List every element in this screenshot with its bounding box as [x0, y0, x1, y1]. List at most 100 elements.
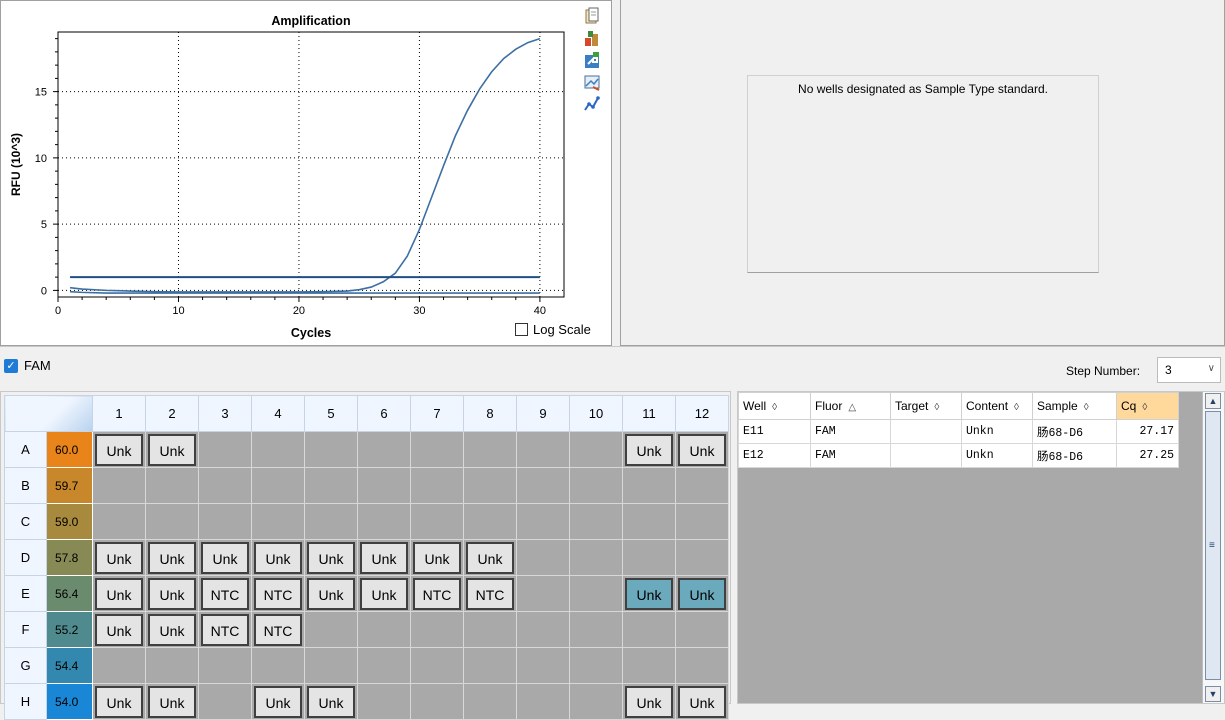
plate-well[interactable] [145, 503, 199, 540]
plate-well[interactable] [569, 467, 623, 504]
plate-well[interactable]: Unk [622, 575, 676, 612]
plate-well[interactable] [516, 683, 570, 720]
column-header-sample[interactable]: Sample ◊ [1032, 392, 1117, 420]
table-row[interactable]: E11 FAM Unkn 肠68-D6 27.17 [738, 419, 1179, 444]
plate-well[interactable] [410, 683, 464, 720]
plate-column-header[interactable]: 1 [92, 395, 146, 432]
scroll-up-icon[interactable]: ▲ [1205, 393, 1221, 409]
results-scrollbar[interactable]: ▲ ≡ ▼ [1202, 392, 1224, 703]
plate-well[interactable] [410, 467, 464, 504]
well-content-label[interactable]: Unk [307, 685, 355, 718]
plate-well[interactable]: Unk [622, 683, 676, 720]
well-content-label[interactable]: Unk [360, 577, 408, 610]
plate-well[interactable] [675, 647, 729, 684]
plate-well[interactable]: NTC [198, 611, 252, 648]
plate-column-header[interactable]: 11 [622, 395, 676, 432]
well-content-label[interactable]: Unk [307, 577, 355, 610]
well-content-label[interactable]: Unk [148, 613, 196, 646]
well-content-label[interactable]: NTC [466, 577, 514, 610]
plate-well[interactable] [251, 503, 305, 540]
plate-column-header[interactable]: 10 [569, 395, 623, 432]
plate-well[interactable]: Unk [92, 683, 146, 720]
well-content-label[interactable]: Unk [254, 541, 302, 574]
plate-row-header[interactable]: C [4, 503, 47, 540]
plate-row-header[interactable]: G [4, 647, 47, 684]
plate-well[interactable]: Unk [145, 539, 199, 576]
well-content-label[interactable]: Unk [95, 685, 143, 718]
well-content-label[interactable]: Unk [148, 577, 196, 610]
copy-icon[interactable] [583, 7, 601, 25]
plate-well[interactable] [516, 503, 570, 540]
log-scale-toggle[interactable]: Log Scale [515, 322, 591, 337]
plate-well[interactable]: NTC [463, 575, 517, 612]
plate-column-header[interactable]: 7 [410, 395, 464, 432]
plate-corner[interactable] [4, 395, 93, 432]
plate-well[interactable] [622, 647, 676, 684]
plate-well[interactable] [198, 683, 252, 720]
plate-well[interactable] [569, 503, 623, 540]
plate-well[interactable]: Unk [463, 539, 517, 576]
plate-well[interactable] [516, 647, 570, 684]
plate-well[interactable] [410, 431, 464, 468]
plate-well[interactable] [569, 611, 623, 648]
plate-well[interactable]: Unk [145, 431, 199, 468]
plate-well[interactable] [357, 467, 411, 504]
scroll-down-icon[interactable]: ▼ [1205, 686, 1221, 702]
plate-well[interactable] [198, 431, 252, 468]
plate-well[interactable]: NTC [410, 575, 464, 612]
column-header-well[interactable]: Well ◊ [738, 392, 811, 420]
plate-column-header[interactable]: 2 [145, 395, 199, 432]
plate-well[interactable] [516, 611, 570, 648]
well-content-label[interactable]: Unk [95, 613, 143, 646]
plate-well[interactable] [198, 503, 252, 540]
analysis-icon[interactable] [583, 95, 601, 113]
plate-well[interactable]: Unk [675, 431, 729, 468]
plate-well[interactable] [198, 647, 252, 684]
well-content-label[interactable]: Unk [360, 541, 408, 574]
plate-well[interactable] [516, 539, 570, 576]
plate-well[interactable] [304, 611, 358, 648]
plate-well[interactable] [622, 611, 676, 648]
plate-well[interactable] [675, 467, 729, 504]
plate-well[interactable] [357, 647, 411, 684]
plate-well[interactable] [357, 503, 411, 540]
vertical-splitter[interactable] [612, 0, 620, 346]
plate-well[interactable] [516, 575, 570, 612]
well-content-label[interactable]: Unk [413, 541, 461, 574]
plate-row-header[interactable]: A [4, 431, 47, 468]
plate-column-header[interactable]: 5 [304, 395, 358, 432]
well-content-label[interactable]: Unk [307, 541, 355, 574]
plate-well[interactable]: Unk [304, 683, 358, 720]
step-number-select[interactable]: 3 ∨ [1157, 357, 1221, 383]
horizontal-splitter[interactable] [0, 346, 1225, 352]
plate-well[interactable]: Unk [675, 683, 729, 720]
plate-well[interactable] [569, 683, 623, 720]
plate-well[interactable] [357, 611, 411, 648]
plate-well[interactable]: Unk [92, 539, 146, 576]
plate-well[interactable] [357, 431, 411, 468]
sort-icon[interactable]: ◊ [1142, 402, 1147, 413]
plate-well[interactable] [463, 431, 517, 468]
sort-icon[interactable]: △ [848, 402, 856, 413]
sort-icon[interactable]: ◊ [1014, 402, 1019, 413]
plate-well[interactable] [463, 611, 517, 648]
plate-column-header[interactable]: 4 [251, 395, 305, 432]
plate-well[interactable]: Unk [357, 539, 411, 576]
plate-column-header[interactable]: 12 [675, 395, 729, 432]
plate-well[interactable]: Unk [622, 431, 676, 468]
scroll-thumb[interactable]: ≡ [1205, 411, 1221, 680]
image-icon[interactable] [583, 73, 601, 91]
plate-well[interactable] [198, 467, 252, 504]
share-icon[interactable] [583, 51, 601, 69]
well-content-label[interactable]: Unk [625, 577, 673, 610]
plate-well[interactable] [145, 467, 199, 504]
column-header-fluor[interactable]: Fluor △ [810, 392, 891, 420]
plate-well[interactable] [516, 467, 570, 504]
plate-well[interactable]: Unk [92, 431, 146, 468]
well-content-label[interactable]: NTC [254, 613, 302, 646]
plate-row-header[interactable]: F [4, 611, 47, 648]
plate-well[interactable]: Unk [410, 539, 464, 576]
plate-well[interactable] [410, 611, 464, 648]
plate-well[interactable] [251, 647, 305, 684]
plate-row-header[interactable]: D [4, 539, 47, 576]
